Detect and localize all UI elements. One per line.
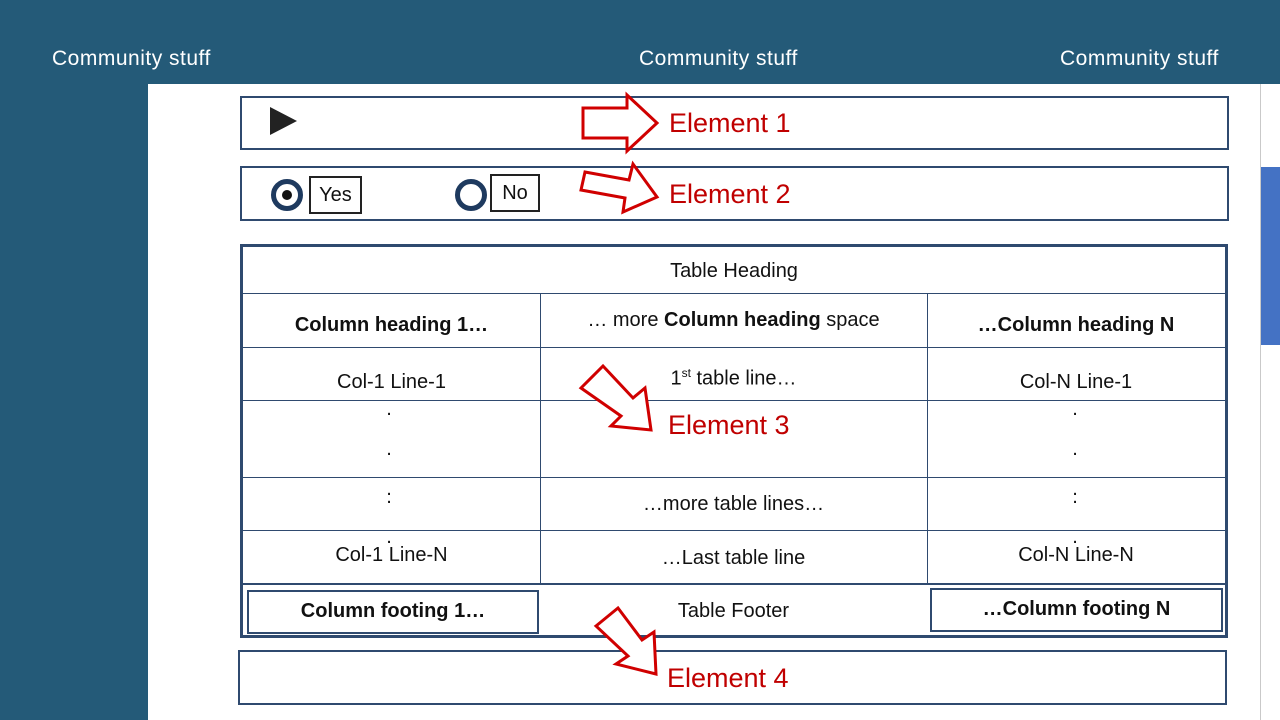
table-divider xyxy=(540,293,541,583)
table-heading: Table Heading xyxy=(670,260,798,282)
row-last-middle: …Last table line xyxy=(661,547,806,569)
callout-element-4: Element 4 xyxy=(667,663,789,693)
row-first-middle-sup: st xyxy=(681,366,691,380)
ellipsis-dots-col1: . . . xyxy=(386,398,392,500)
arrow-right-down-icon xyxy=(579,160,660,215)
column-heading-1: Column heading 1… xyxy=(294,314,489,336)
ellipsis-dots-col1: .. xyxy=(386,486,392,548)
row-first-middle-suffix: table line… xyxy=(690,367,797,390)
radio-yes-label[interactable]: Yes xyxy=(309,176,362,214)
column-heading-middle-suffix: space xyxy=(820,309,880,331)
radio-selected-dot xyxy=(282,190,292,200)
table-divider xyxy=(243,583,1225,585)
column-heading-n: …Column heading N xyxy=(977,314,1175,336)
header-community-left[interactable]: Community stuff xyxy=(52,46,211,72)
ellipsis-dots-colN: .. xyxy=(1072,486,1078,548)
callout-element-3: Element 3 xyxy=(668,410,790,440)
row-first-middle-prefix: 1 xyxy=(670,367,682,390)
radio-no[interactable] xyxy=(455,179,487,211)
scrollbar-track[interactable] xyxy=(1260,84,1280,720)
table-divider xyxy=(243,347,1225,348)
row-more-middle: …more table lines… xyxy=(642,493,825,515)
column-footing-n: …Column footing N xyxy=(930,588,1223,632)
callout-element-2: Element 2 xyxy=(669,179,791,209)
radio-yes[interactable] xyxy=(271,179,303,211)
row-last-col1: Col-1 Line-N xyxy=(335,544,448,566)
arrow-diagonal-down-icon xyxy=(593,605,658,676)
callout-element-1: Element 1 xyxy=(669,108,791,138)
header-community-center[interactable]: Community stuff xyxy=(639,46,798,72)
column-heading-middle-prefix: … more xyxy=(587,309,665,331)
row-first-col1: Col-1 Line-1 xyxy=(337,371,446,393)
data-table: Table Heading Column heading 1… … more C… xyxy=(240,244,1228,638)
radio-no-label[interactable]: No xyxy=(490,174,540,212)
column-heading-middle: … more Column heading space xyxy=(540,308,927,332)
row-first-colN: Col-N Line-1 xyxy=(1019,371,1133,393)
column-heading-middle-bold: Column heading xyxy=(664,309,821,331)
scrollbar-thumb[interactable] xyxy=(1261,167,1280,345)
play-icon[interactable] xyxy=(270,107,297,135)
header-community-right[interactable]: Community stuff xyxy=(1060,46,1219,72)
table-divider xyxy=(243,293,1225,294)
arrow-diagonal-down-icon xyxy=(578,363,653,432)
column-footing-1: Column footing 1… xyxy=(247,590,539,634)
arrow-right-icon xyxy=(581,91,660,155)
row-last-colN: Col-N Line-N xyxy=(1018,544,1134,566)
ellipsis-dots-colN: . . . xyxy=(1072,398,1078,500)
